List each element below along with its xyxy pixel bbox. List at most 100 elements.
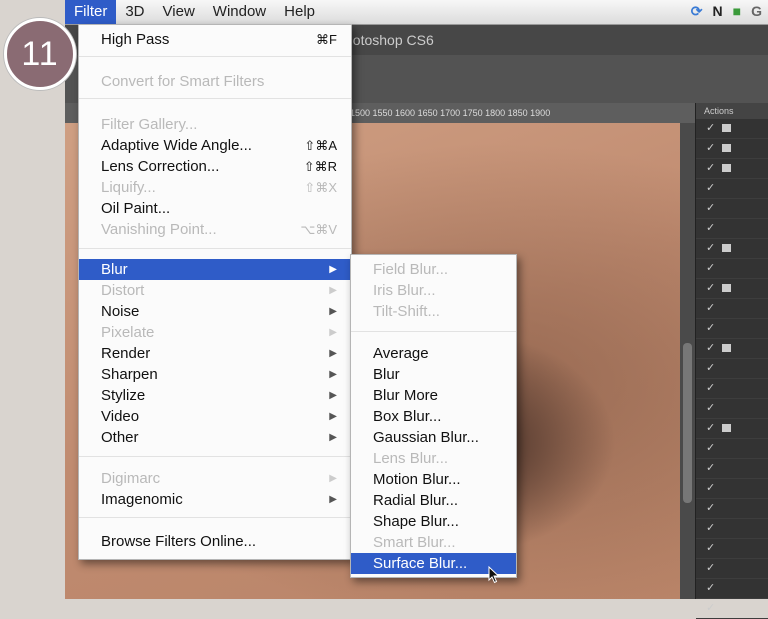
submenu-item-tilt-shift[interactable]: Tilt-Shift...: [351, 301, 516, 322]
checkmark-icon[interactable]: ✓: [706, 401, 715, 414]
menu-item-filter-gallery[interactable]: Filter Gallery...: [79, 114, 351, 135]
checkmark-icon[interactable]: ✓: [706, 141, 715, 154]
action-row[interactable]: ✓: [696, 319, 768, 339]
menu-item-imagenomic[interactable]: Imagenomic ▶: [79, 489, 351, 510]
checkmark-icon[interactable]: ✓: [706, 321, 715, 334]
menu-item-other[interactable]: Other ▶: [79, 427, 351, 448]
menu-help[interactable]: Help: [275, 0, 324, 24]
checkmark-icon[interactable]: ✓: [706, 201, 715, 214]
checkmark-icon[interactable]: ✓: [706, 381, 715, 394]
menu-item-digimarc[interactable]: Digimarc ▶: [79, 468, 351, 489]
submenu-item-field-blur[interactable]: Field Blur...: [351, 259, 516, 280]
dialog-toggle-icon[interactable]: [722, 244, 731, 252]
checkmark-icon[interactable]: ✓: [706, 501, 715, 514]
checkmark-icon[interactable]: ✓: [706, 121, 715, 134]
checkmark-icon[interactable]: ✓: [706, 281, 715, 294]
action-row[interactable]: ✓: [696, 339, 768, 359]
checkmark-icon[interactable]: ✓: [706, 541, 715, 554]
menu-item-sharpen[interactable]: Sharpen ▶: [79, 364, 351, 385]
tray-n-icon[interactable]: N: [713, 3, 723, 20]
checkmark-icon[interactable]: ✓: [706, 521, 715, 534]
menu-item-high-pass[interactable]: High Pass ⌘F: [79, 29, 351, 50]
tray-g-icon[interactable]: G: [751, 3, 762, 20]
checkmark-icon[interactable]: ✓: [706, 301, 715, 314]
submenu-item-average[interactable]: Average: [351, 343, 516, 364]
action-row[interactable]: ✓: [696, 119, 768, 139]
checkmark-icon[interactable]: ✓: [706, 461, 715, 474]
menu-item-stylize[interactable]: Stylize ▶: [79, 385, 351, 406]
checkmark-icon[interactable]: ✓: [706, 341, 715, 354]
dialog-toggle-icon[interactable]: [722, 144, 731, 152]
action-row[interactable]: ✓: [696, 499, 768, 519]
menu-filter[interactable]: Filter: [65, 0, 117, 24]
dialog-toggle-icon[interactable]: [722, 124, 731, 132]
dialog-toggle-icon[interactable]: [722, 424, 731, 432]
tray-green-icon[interactable]: ■: [733, 3, 741, 20]
action-row[interactable]: ✓: [696, 599, 768, 619]
menu-view[interactable]: View: [154, 0, 204, 24]
submenu-item-lens-blur[interactable]: Lens Blur...: [351, 448, 516, 469]
submenu-item-motion-blur[interactable]: Motion Blur...: [351, 469, 516, 490]
menu-item-adaptive-wide-angle[interactable]: Adaptive Wide Angle... ⇧⌘A: [79, 135, 351, 156]
action-row[interactable]: ✓: [696, 179, 768, 199]
action-row[interactable]: ✓: [696, 399, 768, 419]
menu-item-distort[interactable]: Distort ▶: [79, 280, 351, 301]
menu-item-browse-filters-online[interactable]: Browse Filters Online...: [79, 531, 351, 552]
checkmark-icon[interactable]: ✓: [706, 221, 715, 234]
menu-item-oil-paint[interactable]: Oil Paint...: [79, 198, 351, 219]
menu-item-convert-smart-filters[interactable]: Convert for Smart Filters: [79, 71, 351, 92]
dialog-toggle-icon[interactable]: [722, 164, 731, 172]
action-row[interactable]: ✓: [696, 139, 768, 159]
dialog-toggle-icon[interactable]: [722, 284, 731, 292]
checkmark-icon[interactable]: ✓: [706, 241, 715, 254]
menu-item-render[interactable]: Render ▶: [79, 343, 351, 364]
checkmark-icon[interactable]: ✓: [706, 421, 715, 434]
submenu-item-smart-blur[interactable]: Smart Blur...: [351, 532, 516, 553]
submenu-item-iris-blur[interactable]: Iris Blur...: [351, 280, 516, 301]
action-row[interactable]: ✓: [696, 359, 768, 379]
status-icon[interactable]: ⟳: [691, 3, 703, 20]
menu-item-pixelate[interactable]: Pixelate ▶: [79, 322, 351, 343]
action-row[interactable]: ✓: [696, 479, 768, 499]
action-row[interactable]: ✓: [696, 419, 768, 439]
menu-window[interactable]: Window: [204, 0, 275, 24]
action-row[interactable]: ✓: [696, 199, 768, 219]
menu-item-noise[interactable]: Noise ▶: [79, 301, 351, 322]
action-row[interactable]: ✓: [696, 299, 768, 319]
checkmark-icon[interactable]: ✓: [706, 261, 715, 274]
action-row[interactable]: ✓: [696, 579, 768, 599]
checkmark-icon[interactable]: ✓: [706, 161, 715, 174]
checkmark-icon[interactable]: ✓: [706, 601, 715, 614]
menu-item-blur[interactable]: Blur ▶: [79, 259, 351, 280]
checkmark-icon[interactable]: ✓: [706, 561, 715, 574]
action-row[interactable]: ✓: [696, 259, 768, 279]
action-row[interactable]: ✓: [696, 379, 768, 399]
checkmark-icon[interactable]: ✓: [706, 581, 715, 594]
checkmark-icon[interactable]: ✓: [706, 441, 715, 454]
submenu-item-box-blur[interactable]: Box Blur...: [351, 406, 516, 427]
scrollbar-thumb[interactable]: [683, 343, 692, 503]
submenu-item-radial-blur[interactable]: Radial Blur...: [351, 490, 516, 511]
action-row[interactable]: ✓: [696, 439, 768, 459]
menu-item-lens-correction[interactable]: Lens Correction... ⇧⌘R: [79, 156, 351, 177]
action-row[interactable]: ✓: [696, 219, 768, 239]
checkmark-icon[interactable]: ✓: [706, 181, 715, 194]
submenu-item-shape-blur[interactable]: Shape Blur...: [351, 511, 516, 532]
menu-item-vanishing-point[interactable]: Vanishing Point... ⌥⌘V: [79, 219, 351, 240]
action-row[interactable]: ✓: [696, 459, 768, 479]
checkmark-icon[interactable]: ✓: [706, 361, 715, 374]
submenu-item-blur[interactable]: Blur: [351, 364, 516, 385]
action-row[interactable]: ✓: [696, 519, 768, 539]
action-row[interactable]: ✓: [696, 279, 768, 299]
submenu-item-gaussian-blur[interactable]: Gaussian Blur...: [351, 427, 516, 448]
action-row[interactable]: ✓: [696, 239, 768, 259]
dialog-toggle-icon[interactable]: [722, 344, 731, 352]
action-row[interactable]: ✓: [696, 559, 768, 579]
submenu-item-blur-more[interactable]: Blur More: [351, 385, 516, 406]
action-row[interactable]: ✓: [696, 159, 768, 179]
vertical-scrollbar[interactable]: [680, 123, 695, 599]
action-row[interactable]: ✓: [696, 539, 768, 559]
checkmark-icon[interactable]: ✓: [706, 481, 715, 494]
menu-3d[interactable]: 3D: [116, 0, 153, 24]
menu-item-liquify[interactable]: Liquify... ⇧⌘X: [79, 177, 351, 198]
